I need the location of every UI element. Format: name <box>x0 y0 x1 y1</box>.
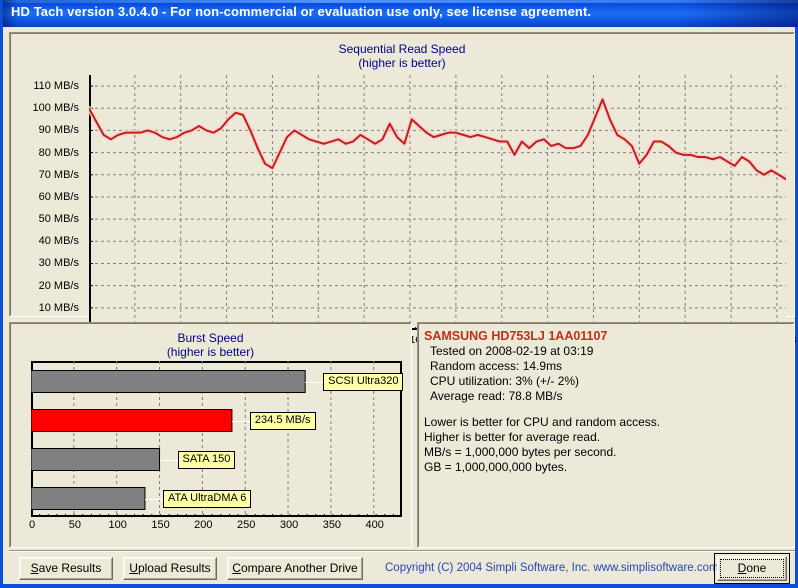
sequential-plot-area <box>89 75 786 330</box>
note-gb-definition: GB = 1,000,000,000 bytes. <box>424 460 568 474</box>
bottom-separator <box>9 550 795 552</box>
sequential-chart-title: Sequential Read Speed <box>338 42 466 56</box>
burst-x-tick-label: 100 <box>108 519 127 531</box>
burst-x-tick-label: 250 <box>237 519 256 531</box>
burst-bar-label: SATA 150 <box>177 450 236 469</box>
hd-tach-window: HD Tach version 3.0.4.0 - For non-commer… <box>0 0 798 588</box>
burst-label-leader-line <box>231 420 250 422</box>
save-results-button[interactable]: Save Results <box>19 557 113 580</box>
drive-info-panel: SAMSUNG HD753LJ 1AA01107 Tested on 2008-… <box>417 322 795 548</box>
burst-label-leader-line <box>305 381 324 383</box>
title-bar-right-shade <box>681 0 798 27</box>
burst-x-tick-label: 400 <box>365 519 384 531</box>
burst-chart-title: Burst Speed <box>177 331 244 345</box>
note-lower-is-better: Lower is better for CPU and random acces… <box>424 415 661 429</box>
burst-x-axis-labels: 0 50 100 150 200 250 300 350 400 <box>28 519 406 535</box>
title-bar: HD Tach version 3.0.4.0 - For non-commer… <box>3 0 798 27</box>
burst-x-tick-label: 150 <box>151 519 170 531</box>
sequential-y-tick-label: 80 MB/s <box>38 146 79 159</box>
upload-results-button[interactable]: Upload Results <box>123 557 217 580</box>
sequential-y-tick-label: 20 MB/s <box>38 279 79 292</box>
sequential-read-line-chart <box>89 75 786 330</box>
drive-info-text: SAMSUNG HD753LJ 1AA01107 Tested on 2008-… <box>424 328 790 544</box>
done-label: Done <box>737 561 767 575</box>
burst-bar-label: 234.5 MB/s <box>249 411 316 430</box>
sequential-y-tick-label: 30 MB/s <box>38 257 79 270</box>
burst-chart-subtitle: (higher is better) <box>166 345 255 359</box>
burst-x-tick-label: 200 <box>194 519 213 531</box>
burst-speed-panel: Burst Speed (higher is better) SCSI Ultr… <box>9 322 412 548</box>
cpu-utilization-line: CPU utilization: 3% (+/- 2%) <box>430 374 580 388</box>
sequential-y-tick-label: 70 MB/s <box>38 168 79 181</box>
random-access-line: Random access: 14.9ms <box>430 359 563 373</box>
sequential-y-tick-label: 40 MB/s <box>38 235 79 248</box>
compare-another-drive-button[interactable]: Compare Another Drive <box>227 557 363 580</box>
copyright-notice[interactable]: Copyright (C) 2004 Simpli Software, Inc.… <box>385 562 719 574</box>
sequential-chart-subtitle: (higher is better) <box>358 56 446 70</box>
window-title: HD Tach version 3.0.4.0 - For non-commer… <box>11 4 592 19</box>
save-results-label: Save Results <box>30 561 102 575</box>
compare-another-drive-label: Compare Another Drive <box>232 561 358 575</box>
burst-bar-label: SCSI Ultra320 <box>323 372 404 391</box>
sequential-y-tick-label: 90 MB/s <box>38 124 79 137</box>
sequential-y-tick-label: 50 MB/s <box>38 213 79 226</box>
average-read-line: Average read: 78.8 MB/s <box>430 389 563 403</box>
burst-x-tick-label: 0 <box>28 519 36 531</box>
burst-label-leader-line <box>159 459 178 461</box>
burst-x-tick-label: 350 <box>322 519 342 531</box>
sequential-y-tick-label: 110 MB/s <box>33 80 79 93</box>
upload-results-label: Upload Results <box>129 561 211 575</box>
sequential-read-panel: Sequential Read Speed (higher is better)… <box>9 32 797 346</box>
sequential-y-tick-label: 60 MB/s <box>38 190 79 203</box>
burst-x-tick-label: 300 <box>279 519 299 531</box>
burst-x-tick-label: 50 <box>68 519 81 531</box>
burst-label-leader-line <box>144 498 163 500</box>
tested-on-line: Tested on 2008-02-19 at 03:19 <box>430 344 594 358</box>
sequential-y-tick-label: 10 MB/s <box>38 301 79 314</box>
sequential-y-tick-label: 100 MB/s <box>32 102 79 115</box>
note-higher-is-better: Higher is better for average read. <box>424 430 601 444</box>
done-button[interactable]: Done <box>717 556 787 581</box>
note-mbps-definition: MB/s = 1,000,000 bytes per second. <box>424 445 617 459</box>
burst-bar-label: ATA UltraDMA 6 <box>162 489 252 508</box>
drive-model-name: SAMSUNG HD753LJ 1AA01107 <box>424 329 608 343</box>
sequential-y-axis-labels: 0 MB/s10 MB/s20 MB/s30 MB/s40 MB/s50 MB/… <box>10 75 85 336</box>
title-bar-highlight <box>3 0 798 3</box>
